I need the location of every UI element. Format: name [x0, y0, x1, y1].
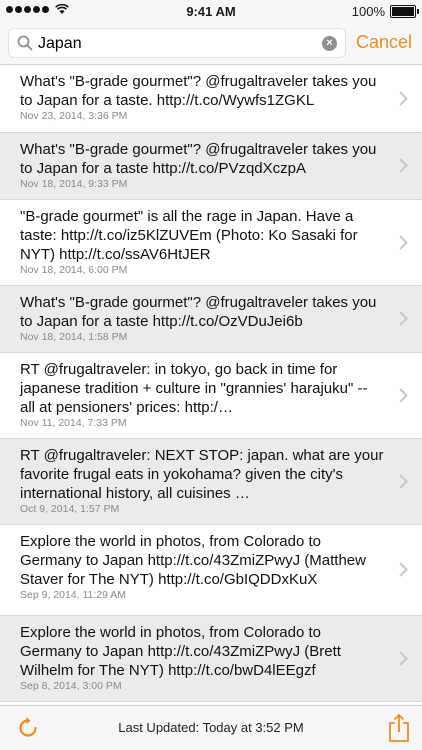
chevron-right-icon [399, 562, 408, 577]
tweet-text: What's "B-grade gourmet"? @frugaltravele… [20, 294, 377, 330]
list-item[interactable]: RT @frugaltraveler: NEXT STOP: japan. wh… [0, 439, 422, 525]
cancel-button[interactable]: Cancel [356, 32, 412, 53]
chevron-right-icon [399, 387, 408, 403]
battery-percent: 100% [351, 4, 385, 19]
tweet-text: RT @frugaltraveler: NEXT STOP: japan. wh… [20, 447, 384, 502]
chevron-right-icon [399, 311, 408, 326]
clear-search-button[interactable]: × [322, 36, 337, 51]
results-list: What's "B-grade gourmet"? @frugaltravele… [0, 65, 422, 705]
tweet-date: Nov 18, 2014, 1:58 PM [20, 331, 128, 343]
tweet-text: What's "B-grade gourmet"? @frugaltravele… [20, 73, 377, 109]
chevron-right-icon [399, 234, 408, 250]
tweet-text: Explore the world in photos, from Colora… [20, 624, 341, 679]
battery-area: 100% [351, 4, 419, 19]
tweet-date: Oct 9, 2014, 1:57 PM [20, 503, 120, 515]
chevron-right-icon [399, 158, 408, 173]
tweet-date: Nov 11, 2014, 7:33 PM [20, 417, 127, 429]
tweet-text: RT @frugaltraveler: in tokyo, go back in… [20, 361, 368, 416]
list-item[interactable]: Explore the world in photos, from Colora… [0, 525, 422, 616]
tweet-text: Explore the world in photos, from Colora… [20, 533, 366, 588]
share-icon[interactable] [388, 713, 410, 743]
search-field[interactable]: × [8, 28, 346, 58]
tweet-text: What's "B-grade gourmet"? @frugaltravele… [20, 141, 377, 177]
search-bar: × Cancel [0, 22, 422, 65]
chevron-right-icon [399, 473, 408, 489]
search-icon [17, 35, 33, 51]
tweet-date: Nov 18, 2014, 9:33 PM [20, 178, 128, 190]
battery-icon [390, 5, 419, 18]
status-bar: 9:41 AM 100% [0, 0, 422, 22]
tweet-date: Sep 8, 2014, 3:00 PM [20, 680, 122, 692]
list-item[interactable]: What's "B-grade gourmet"? @frugaltravele… [0, 65, 422, 133]
tweet-date: Nov 23, 2014, 3:36 PM [20, 110, 128, 122]
list-item[interactable]: Explore the world in photos, from Colora… [0, 616, 422, 702]
last-updated-label: Last Updated: Today at 3:52 PM [118, 720, 304, 735]
chevron-right-icon [399, 650, 408, 666]
bottom-toolbar: Last Updated: Today at 3:52 PM [0, 705, 422, 750]
tweet-date: Nov 18, 2014, 6:00 PM [20, 264, 128, 276]
tweet-date: Sep 9, 2014, 11:29 AM [20, 589, 127, 601]
list-item[interactable]: "B-grade gourmet" is all the rage in Jap… [0, 200, 422, 286]
list-item[interactable]: What's "B-grade gourmet"? @frugaltravele… [0, 133, 422, 200]
chevron-right-icon [399, 90, 408, 106]
list-item[interactable]: RT @frugaltraveler: in tokyo, go back in… [0, 353, 422, 439]
search-input[interactable] [38, 33, 308, 55]
list-item[interactable]: What's "B-grade gourmet"? @frugaltravele… [0, 286, 422, 353]
tweet-text: "B-grade gourmet" is all the rage in Jap… [20, 208, 358, 263]
